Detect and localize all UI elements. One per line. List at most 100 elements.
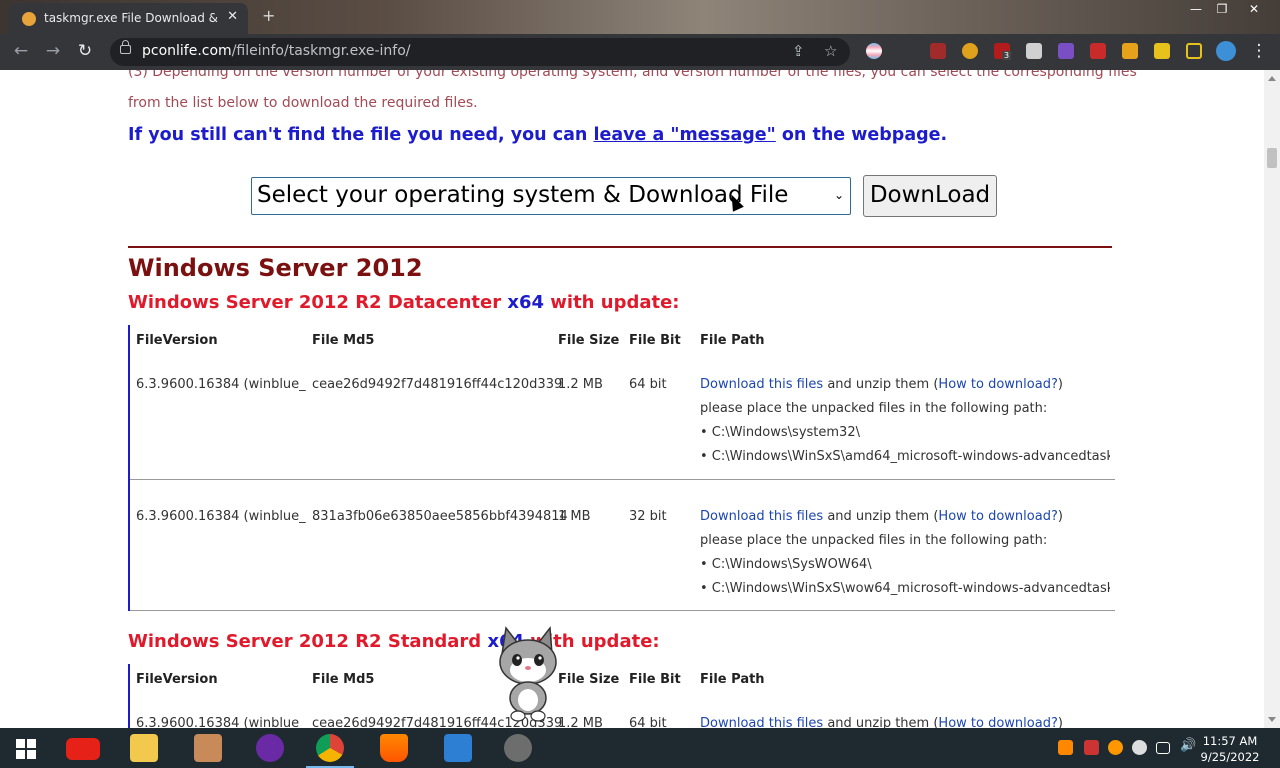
browser-tab-strip: taskmgr.exe File Download & Fix ✕ + — ❐ … [0,0,1280,34]
maximize-icon[interactable]: ❐ [1208,0,1236,20]
sidebar-icon[interactable] [1186,43,1202,59]
chrome-icon[interactable] [316,734,344,762]
browser-menu-icon[interactable]: ⋮ [1248,40,1270,62]
file-md5: ceae26d9492f7d481916ff44c120d339 [312,377,563,392]
volume-icon[interactable]: 🔊 [1180,738,1196,753]
extension-3-icon[interactable] [962,43,978,59]
bookmark-star-icon[interactable]: ☆ [824,42,837,60]
os-select-dropdown[interactable]: Select your operating system & Download … [251,177,851,215]
page-scrollbar[interactable] [1264,70,1280,728]
system-clock[interactable]: 11:57 AM 9/25/2022 [1200,733,1260,765]
vlc-tray-icon[interactable] [1058,740,1073,755]
file-bit: 64 bit [629,716,667,728]
url-text[interactable]: pconlife.com/fileinfo/taskmgr.exe-info/ [142,43,411,59]
file-explorer-icon[interactable] [130,734,158,762]
browser-toolbar: ← → ↻ pconlife.com/fileinfo/taskmgr.exe-… [0,34,1280,70]
share-icon[interactable]: ⇪ [792,42,805,60]
select-value: Select your operating system & Download … [257,182,789,208]
chevron-down-icon: ⌄ [833,188,844,202]
file-table: FileVersion File Md5 File Size File Bit … [128,664,1115,728]
screen-app-icon[interactable] [444,734,472,762]
section-title: Windows Server 2012 [128,254,423,282]
tab-title: taskmgr.exe File Download & Fix [44,11,222,25]
scroll-up-icon[interactable] [1268,76,1276,81]
extension-5-icon[interactable] [1058,43,1074,59]
new-tab-icon[interactable]: + [262,6,275,25]
youtube-icon[interactable] [66,738,100,760]
paren-close: ) [1057,509,1063,524]
header-size: File Size [558,672,620,687]
forward-icon[interactable]: → [42,40,64,62]
page-content: (3) Depending on the version number of y… [0,70,1264,728]
how-to-download-link[interactable]: How to download? [938,716,1057,728]
reload-icon[interactable]: ↻ [74,40,96,62]
file-path: • C:\Windows\SysWOW64\ [700,557,872,572]
minimize-icon[interactable]: — [1182,0,1210,20]
video-editor-icon[interactable] [504,734,532,762]
network-icon[interactable] [1156,742,1170,754]
extension-6-icon[interactable] [1090,43,1106,59]
cat-mascot-icon[interactable] [492,624,564,724]
download-link[interactable]: Download this files [700,509,823,524]
paren-close: ) [1057,716,1063,728]
windows-start-icon[interactable] [16,739,36,759]
download-button[interactable]: DownLoad [863,175,997,217]
paren-close: ) [1057,377,1063,392]
extension-1-icon[interactable] [866,43,882,59]
header-md5: File Md5 [312,672,375,687]
unzip-text: and unzip them ( [823,716,939,728]
help-message: If you still can't find the file you nee… [128,125,947,145]
place-instruction: please place the unpacked files in the f… [700,401,1048,416]
file-size: 1.2 MB [558,377,603,392]
back-icon[interactable]: ← [10,40,32,62]
leave-message-link[interactable]: leave a "message" [593,125,775,145]
file-path: • C:\Windows\WinSxS\amd64_microsoft-wind… [700,449,1110,464]
header-size: File Size [558,333,620,348]
scroll-thumb[interactable] [1267,148,1277,168]
media-app-icon[interactable] [194,734,222,762]
address-bar[interactable]: pconlife.com/fileinfo/taskmgr.exe-info/ … [110,38,850,66]
close-window-icon[interactable]: ✕ [1240,0,1268,20]
clock-time: 11:57 AM [1202,734,1258,748]
file-version: 6.3.9600.16384 (winblue_... [136,716,306,728]
file-path: • C:\Windows\WinSxS\wow64_microsoft-wind… [700,581,1110,596]
lock-icon[interactable] [120,40,131,54]
ublock-icon[interactable]: 3 [994,43,1012,60]
browser-tab[interactable]: taskmgr.exe File Download & Fix ✕ [8,3,248,34]
header-path: File Path [700,333,765,348]
yahoo-messenger-icon[interactable] [256,734,284,762]
group-title: Windows Server 2012 R2 Datacenter x64 wi… [128,292,680,313]
group-title-suffix: with update: [544,292,680,313]
tab-close-icon[interactable]: ✕ [227,9,238,24]
flag-tray-icon[interactable] [1084,740,1099,755]
download-link[interactable]: Download this files [700,377,823,392]
header-bit: File Bit [629,672,681,687]
how-to-download-link[interactable]: How to download? [938,509,1057,524]
vlc-icon[interactable] [380,734,408,762]
windows-taskbar: 🔊 11:57 AM 9/25/2022 [0,728,1280,768]
search-tray-icon[interactable] [1108,740,1123,755]
emoji-tray-icon[interactable] [1132,740,1147,755]
instruction-text: from the list below to download the requ… [128,95,478,111]
header-fileversion: FileVersion [136,333,218,348]
scroll-down-icon[interactable] [1268,717,1276,722]
place-instruction: please place the unpacked files in the f… [700,533,1048,548]
extension-4-icon[interactable] [1026,43,1042,59]
file-table: FileVersion File Md5 File Size File Bit … [128,325,1115,611]
header-bit: File Bit [629,333,681,348]
group-title-prefix: Windows Server 2012 R2 Datacenter [128,292,508,313]
file-version: 6.3.9600.16384 (winblue_... [136,377,306,392]
download-link[interactable]: Download this files [700,716,823,728]
download-info: Download this files and unzip them (How … [700,377,1063,392]
profile-avatar[interactable] [1216,41,1236,61]
file-size: 1.2 MB [558,716,603,728]
reading-list-icon[interactable] [1154,43,1170,59]
unzip-text: and unzip them ( [823,509,939,524]
extensions-puzzle-icon[interactable] [1122,43,1138,59]
extension-2-icon[interactable] [930,43,946,59]
file-path: • C:\Windows\system32\ [700,425,860,440]
how-to-download-link[interactable]: How to download? [938,377,1057,392]
group-title-prefix: Windows Server 2012 R2 Standard [128,631,488,652]
url-domain: pconlife.com [142,43,232,59]
download-info: Download this files and unzip them (How … [700,716,1063,728]
